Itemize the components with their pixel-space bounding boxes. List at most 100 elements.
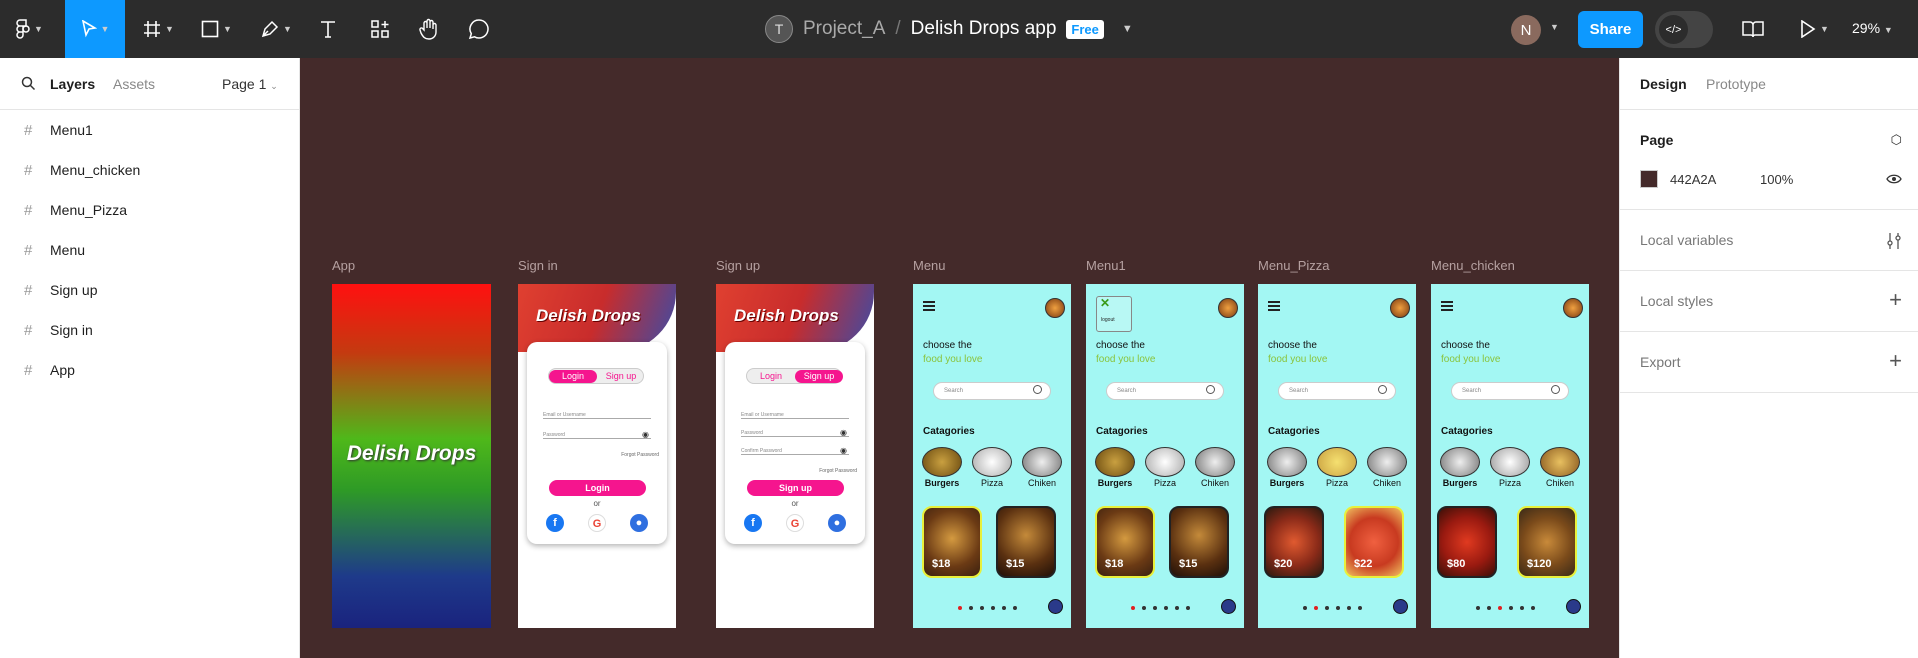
eye-icon: ◉ <box>840 446 847 455</box>
signup-card: Login Sign up Email or Username Password… <box>725 342 865 544</box>
main-menu-button[interactable]: ▼ <box>16 12 43 46</box>
canvas[interactable]: App Delish Drops Sign in Delish Drops Lo… <box>300 58 1619 658</box>
category-label: Pizza <box>1153 478 1176 488</box>
price-label: $18 <box>1105 558 1124 570</box>
move-tool[interactable]: ▼ <box>65 0 125 58</box>
frame-menu-chicken[interactable]: choose the food you love Search Catagorie… <box>1431 284 1589 628</box>
category-label: Chiken <box>1200 478 1229 488</box>
layer-label: Menu <box>50 242 86 258</box>
user-avatar[interactable]: N <box>1511 15 1541 45</box>
google-icon: G <box>786 514 804 532</box>
team-avatar[interactable]: T <box>765 15 793 43</box>
export-section[interactable]: Export + <box>1620 332 1918 393</box>
tab-design[interactable]: Design <box>1640 76 1687 92</box>
frame-label-menu-chicken[interactable]: Menu_chicken <box>1431 258 1515 273</box>
shape-tool[interactable]: ▼ <box>201 12 232 46</box>
layer-item-menu1[interactable]: # Menu1 <box>0 110 299 150</box>
frame-label-app[interactable]: App <box>332 258 355 273</box>
tab-layers[interactable]: Layers <box>50 76 95 92</box>
headline-line2: food you love <box>923 354 983 365</box>
project-name-link[interactable]: Project_A <box>803 18 885 40</box>
text-tool[interactable] <box>319 12 337 46</box>
zoom-level: 29% <box>1852 20 1881 36</box>
tab-prototype[interactable]: Prototype <box>1706 76 1766 92</box>
share-button[interactable]: Share <box>1578 11 1643 48</box>
frame-menu-pizza[interactable]: choose the food you love Search Catagorie… <box>1258 284 1416 628</box>
frame-sign-in[interactable]: Delish Drops Login Sign up Email or User… <box>518 284 676 628</box>
search-field: Search <box>1451 382 1569 400</box>
local-styles-section[interactable]: Local styles + <box>1620 271 1918 332</box>
export-label: Export <box>1640 354 1681 370</box>
layer-item-sign-up[interactable]: # Sign up <box>0 270 299 310</box>
page-color-hex[interactable]: 442A2A <box>1670 172 1716 187</box>
frame-label-sign-in[interactable]: Sign in <box>518 258 558 273</box>
layer-label: Menu_Pizza <box>50 202 128 218</box>
headline: choose the food you love <box>1096 339 1156 367</box>
layer-item-app[interactable]: # App <box>0 350 299 390</box>
confirm-password-field: Confirm Password ◉ <box>741 446 849 455</box>
profile-avatar <box>1218 298 1238 318</box>
plus-icon[interactable]: + <box>1889 287 1902 313</box>
frame-menu1[interactable]: ✕ logout choose the food you love Search … <box>1086 284 1244 628</box>
frame-label-menu-pizza[interactable]: Menu_Pizza <box>1258 258 1330 273</box>
file-name[interactable]: Delish Drops app <box>911 18 1057 40</box>
search-placeholder: Search <box>1117 388 1137 394</box>
frame-menu[interactable]: choose the food you love Search Catagorie… <box>913 284 1071 628</box>
price-label: $15 <box>1006 558 1025 570</box>
frame-icon: # <box>24 121 33 139</box>
search-field: Search <box>933 382 1051 400</box>
zoom-dropdown[interactable]: 29% ▼ <box>1852 20 1893 36</box>
categories-title: Catagories <box>1096 426 1148 437</box>
search-icon[interactable] <box>21 76 36 91</box>
resources-tool[interactable] <box>370 12 390 46</box>
present-button[interactable]: ▼ <box>1800 12 1829 46</box>
hand-tool[interactable] <box>418 12 440 46</box>
toolbar: ▼ ▼ ▼ ▼ ▼ T Project_A / Delish Drops app… <box>0 0 1918 58</box>
chevron-down-icon[interactable]: ▼ <box>1550 22 1559 32</box>
variable-mode-icon[interactable]: ⬡ <box>1891 132 1902 148</box>
food-card: $15 <box>996 506 1056 578</box>
page-opacity[interactable]: 100% <box>1760 172 1793 187</box>
price-label: $22 <box>1354 558 1373 570</box>
cart-icon <box>1221 599 1236 614</box>
layer-item-menu-pizza[interactable]: # Menu_Pizza <box>0 190 299 230</box>
profile-avatar <box>1045 298 1065 318</box>
file-menu-chevron-icon[interactable]: ▼ <box>1122 23 1133 35</box>
layer-item-sign-in[interactable]: # Sign in <box>0 310 299 350</box>
headline: choose the food you love <box>923 339 983 367</box>
local-styles-label: Local styles <box>1640 293 1714 309</box>
eye-icon[interactable] <box>1886 174 1902 184</box>
frame-sign-up[interactable]: Delish Drops Login Sign up Email or User… <box>716 284 874 628</box>
pen-tool[interactable]: ▼ <box>261 12 292 46</box>
chevron-down-icon: ▼ <box>223 24 232 34</box>
eye-icon: ◉ <box>840 428 847 437</box>
design-panel: Design Prototype Page ⬡ 442A2A 100% Loca… <box>1619 58 1918 658</box>
plus-icon[interactable]: + <box>1889 348 1902 374</box>
category-label: Chiken <box>1372 478 1401 488</box>
brand-title: Delish Drops <box>734 306 839 325</box>
username-field: Email or Username <box>543 412 651 419</box>
comment-tool[interactable] <box>468 12 490 46</box>
frame-app[interactable]: Delish Drops <box>332 284 491 628</box>
category-label: Pizza <box>1498 478 1521 488</box>
categories-title: Catagories <box>923 426 975 437</box>
frame-label-sign-up[interactable]: Sign up <box>716 258 760 273</box>
page-color-swatch[interactable] <box>1640 170 1658 188</box>
library-button[interactable] <box>1742 12 1764 46</box>
username-field: Email or Username <box>741 412 849 419</box>
search-placeholder: Search <box>944 388 964 394</box>
headline-line1: choose the <box>923 340 972 351</box>
frame-label-menu1[interactable]: Menu1 <box>1086 258 1126 273</box>
local-variables-section[interactable]: Local variables <box>1620 210 1918 271</box>
burger-category-image <box>1440 447 1480 477</box>
pagination-dots <box>1131 606 1190 610</box>
right-panel-tabs: Design Prototype <box>1620 58 1918 110</box>
layer-item-menu[interactable]: # Menu <box>0 230 299 270</box>
dev-mode-toggle[interactable]: </> <box>1655 11 1713 48</box>
page-selector[interactable]: Page 1 ⌄ <box>222 76 278 92</box>
tab-assets[interactable]: Assets <box>113 76 155 92</box>
frame-tool[interactable]: ▼ <box>143 12 174 46</box>
frame-label-menu[interactable]: Menu <box>913 258 946 273</box>
sliders-icon[interactable] <box>1886 232 1902 250</box>
layer-item-menu-chicken[interactable]: # Menu_chicken <box>0 150 299 190</box>
